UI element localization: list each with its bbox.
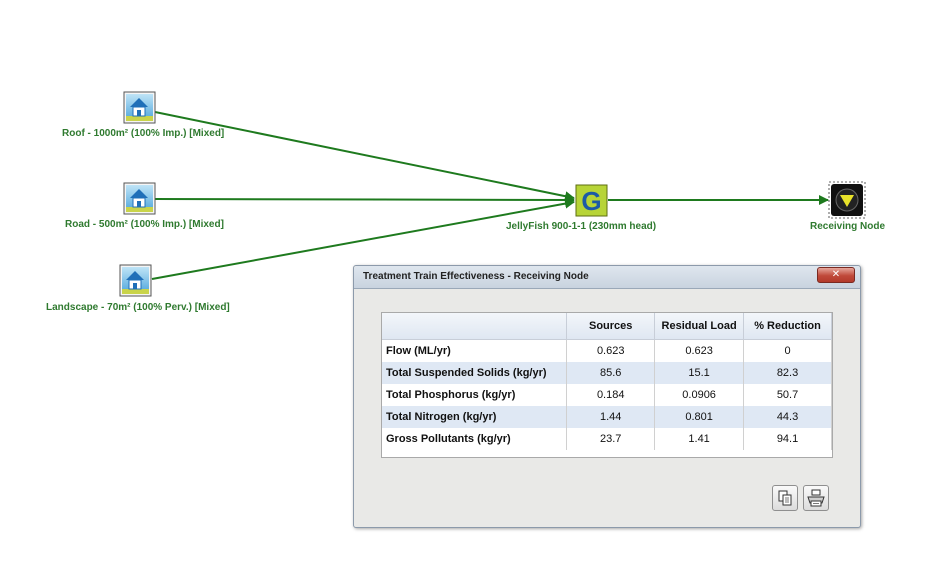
node-label-road: Road - 500m² (100% Imp.) [Mixed]: [65, 219, 224, 230]
cell-reduction: 44.3: [743, 406, 832, 428]
row-label: Total Suspended Solids (kg/yr): [382, 362, 568, 384]
dialog-titlebar[interactable]: Treatment Train Effectiveness - Receivin…: [354, 266, 860, 289]
row-label: Flow (ML/yr): [382, 339, 568, 362]
cell-sources: 1.44: [566, 406, 656, 428]
cell-residual-load: 1.41: [654, 428, 745, 450]
row-label: Total Phosphorus (kg/yr): [382, 384, 568, 406]
copy-icon: [778, 490, 792, 506]
gpt-g-icon[interactable]: G: [575, 184, 608, 217]
cell-residual-load: 0.623: [654, 339, 745, 362]
cell-reduction: 94.1: [743, 428, 832, 450]
cell-sources: 0.623: [566, 339, 656, 362]
treatment-train-effectiveness-dialog[interactable]: Treatment Train Effectiveness - Receivin…: [353, 265, 861, 528]
column-header-residual-load[interactable]: Residual Load: [654, 313, 745, 340]
cell-sources: 0.184: [566, 384, 656, 406]
gpt-glyph: G: [581, 186, 601, 216]
results-table-container: Sources Residual Load % Reduction Flow (…: [381, 312, 833, 458]
cell-reduction: 0: [743, 339, 832, 362]
column-header-sources[interactable]: Sources: [566, 313, 656, 340]
link-road-to-jellyfish[interactable]: [154, 194, 575, 205]
printer-icon: [807, 489, 825, 507]
row-label: Gross Pollutants (kg/yr): [382, 428, 568, 450]
close-icon: ✕: [831, 269, 841, 280]
node-label-receiving: Receiving Node: [810, 221, 886, 232]
urban-house-icon[interactable]: [123, 91, 156, 124]
urban-house-icon[interactable]: [123, 182, 156, 215]
results-table: Sources Residual Load % Reduction Flow (…: [382, 313, 832, 450]
cell-sources: 23.7: [566, 428, 656, 450]
row-label: Total Nitrogen (kg/yr): [382, 406, 568, 428]
cell-reduction: 82.3: [743, 362, 832, 384]
urban-house-icon[interactable]: [119, 264, 152, 297]
table-row[interactable]: Total Nitrogen (kg/yr) 1.44 0.801 44.3: [382, 406, 832, 428]
cell-residual-load: 15.1: [654, 362, 745, 384]
cell-residual-load: 0.801: [654, 406, 745, 428]
table-row[interactable]: Flow (ML/yr) 0.623 0.623 0: [382, 339, 832, 362]
table-row[interactable]: Total Suspended Solids (kg/yr) 85.6 15.1…: [382, 362, 832, 384]
print-button[interactable]: [803, 485, 829, 511]
receiving-node-icon[interactable]: [828, 181, 866, 219]
node-label-landscape: Landscape - 70m² (100% Perv.) [Mixed]: [46, 302, 230, 313]
node-label-jellyfish: JellyFish 900-1-1 (230mm head): [506, 221, 657, 232]
column-header-reduction[interactable]: % Reduction: [743, 313, 832, 340]
close-button[interactable]: ✕: [817, 267, 855, 283]
dialog-title: Treatment Train Effectiveness - Receivin…: [363, 271, 589, 282]
cell-residual-load: 0.0906: [654, 384, 745, 406]
table-row[interactable]: Total Phosphorus (kg/yr) 0.184 0.0906 50…: [382, 384, 832, 406]
column-header-parameter: [382, 313, 568, 340]
link-roof-to-jellyfish[interactable]: [154, 111, 575, 202]
cell-reduction: 50.7: [743, 384, 832, 406]
copy-button[interactable]: [772, 485, 798, 511]
table-header-row: Sources Residual Load % Reduction: [382, 313, 832, 340]
table-row[interactable]: Gross Pollutants (kg/yr) 23.7 1.41 94.1: [382, 428, 832, 450]
node-label-roof: Roof - 1000m² (100% Imp.) [Mixed]: [62, 128, 225, 139]
cell-sources: 85.6: [566, 362, 656, 384]
